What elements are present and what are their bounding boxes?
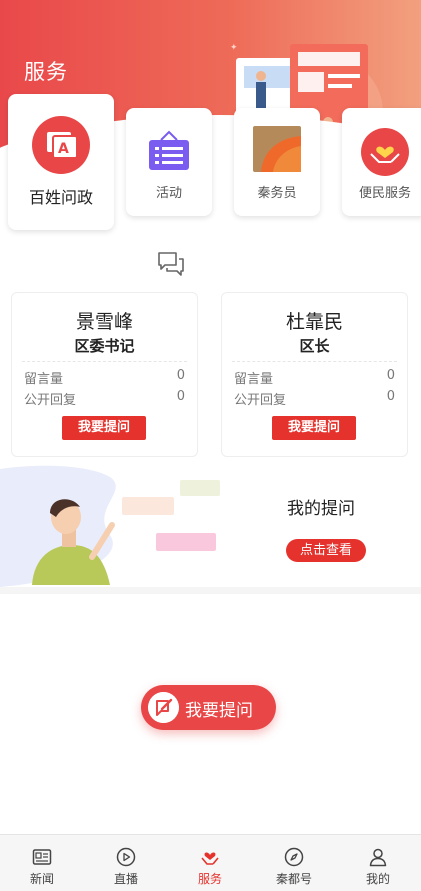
play-icon bbox=[116, 847, 136, 867]
leader-title: 区长 bbox=[299, 337, 330, 355]
service-label: 便民服务 bbox=[358, 186, 411, 201]
tab-label: 服务 bbox=[197, 872, 222, 886]
view-questions-button[interactable]: 点击查看 bbox=[286, 539, 366, 562]
tab-service[interactable]: 服务 bbox=[168, 835, 252, 891]
stat-row: 留言量 0 bbox=[234, 368, 395, 387]
service-grid: A 百姓问政 活动 秦务员 便民服务 bbox=[0, 94, 421, 234]
service-label: 活动 bbox=[155, 186, 182, 201]
tab-label: 直播 bbox=[113, 872, 138, 886]
stat-label: 公开回复 bbox=[234, 393, 287, 408]
stat-value: 0 bbox=[176, 389, 185, 404]
leader-name: 景雪峰 bbox=[75, 311, 133, 333]
divider bbox=[232, 361, 397, 362]
tab-label: 新闻 bbox=[29, 872, 54, 886]
question-illustration bbox=[0, 465, 220, 587]
service-label: 百姓问政 bbox=[28, 188, 93, 207]
stat-value: 0 bbox=[386, 368, 395, 383]
svg-text:✦: ✦ bbox=[230, 43, 238, 53]
leader-title: 区委书记 bbox=[74, 337, 135, 355]
my-questions-title: 我的提问 bbox=[287, 499, 355, 519]
service-label: 秦务员 bbox=[257, 186, 297, 201]
service-card-baixing[interactable]: A 百姓问政 bbox=[8, 94, 114, 230]
section-divider bbox=[0, 587, 421, 594]
activity-board-icon bbox=[149, 130, 189, 170]
chat-bubbles-icon bbox=[158, 252, 184, 276]
divider bbox=[22, 361, 187, 362]
tab-live[interactable]: 直播 bbox=[84, 835, 168, 891]
stat-row: 公开回复 0 bbox=[24, 389, 185, 408]
tab-news[interactable]: 新闻 bbox=[0, 835, 84, 891]
bottom-tab-bar: 新闻 直播 服务 秦都号 我的 bbox=[0, 834, 421, 891]
heart-hands-icon bbox=[361, 128, 409, 176]
news-icon bbox=[32, 849, 52, 865]
tab-label: 秦都号 bbox=[275, 872, 312, 886]
service-heart-icon bbox=[201, 852, 219, 865]
message-a-icon: A bbox=[32, 116, 90, 174]
compass-icon bbox=[284, 847, 304, 867]
user-icon bbox=[369, 848, 387, 867]
tab-label: 我的 bbox=[365, 872, 390, 886]
stat-row: 公开回复 0 bbox=[234, 389, 395, 408]
floating-ask-label: 我要提问 bbox=[185, 701, 253, 721]
stat-value: 0 bbox=[386, 389, 395, 404]
ask-question-button[interactable]: 我要提问 bbox=[272, 416, 356, 440]
leader-card: 景雪峰 区委书记 留言量 0 公开回复 0 我要提问 bbox=[11, 292, 198, 457]
tab-qindu[interactable]: 秦都号 bbox=[252, 835, 336, 891]
service-card-convenience[interactable]: 便民服务 bbox=[342, 108, 421, 216]
service-card-clerk[interactable]: 秦务员 bbox=[234, 108, 320, 216]
stat-row: 留言量 0 bbox=[24, 368, 185, 387]
edit-bubble-icon bbox=[148, 692, 179, 723]
stat-label: 公开回复 bbox=[24, 393, 77, 408]
svg-text:A: A bbox=[58, 141, 69, 157]
clerk-icon bbox=[253, 126, 301, 172]
floating-ask-button[interactable]: 我要提问 bbox=[141, 685, 276, 730]
tab-mine[interactable]: 我的 bbox=[336, 835, 420, 891]
page-title: 服务 bbox=[24, 60, 68, 84]
service-card-activity[interactable]: 活动 bbox=[126, 108, 212, 216]
ask-question-button[interactable]: 我要提问 bbox=[62, 416, 146, 440]
stat-value: 0 bbox=[176, 368, 185, 383]
my-questions-banner[interactable] bbox=[0, 465, 421, 590]
leader-card: 杜靠民 区长 留言量 0 公开回复 0 我要提问 bbox=[221, 292, 408, 457]
stat-label: 留言量 bbox=[234, 372, 274, 387]
stat-label: 留言量 bbox=[24, 372, 64, 387]
leader-name: 杜靠民 bbox=[285, 311, 343, 333]
